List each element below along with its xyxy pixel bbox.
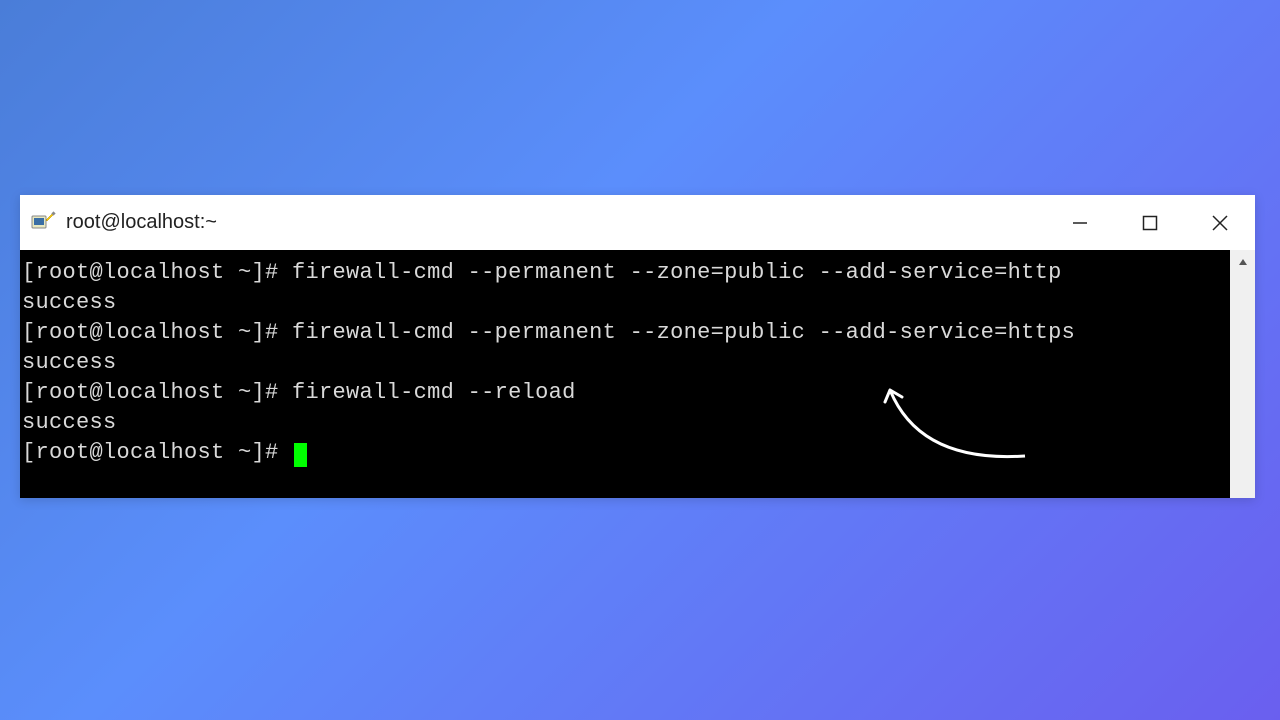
putty-icon [30,210,56,236]
terminal-line: success [20,288,1230,318]
terminal-line: success [20,408,1230,438]
window-title: root@localhost:~ [66,211,217,234]
scroll-up-arrow-icon[interactable] [1230,250,1255,274]
terminal-line: success [20,348,1230,378]
vertical-scrollbar[interactable] [1230,250,1255,498]
cursor-block [294,443,307,467]
minimize-button[interactable] [1045,195,1115,250]
terminal-line: [root@localhost ~]# firewall-cmd --perma… [20,318,1230,348]
terminal-prompt-line: [root@localhost ~]# [20,438,1230,468]
window-titlebar[interactable]: root@localhost:~ [20,195,1255,250]
terminal-output[interactable]: [root@localhost ~]# firewall-cmd --perma… [20,250,1230,498]
terminal-line: [root@localhost ~]# firewall-cmd --reloa… [20,378,1230,408]
maximize-button[interactable] [1115,195,1185,250]
close-button[interactable] [1185,195,1255,250]
terminal-window: root@localhost:~ [root@localhost ~]# fir… [20,195,1255,498]
terminal-line: [root@localhost ~]# firewall-cmd --perma… [20,258,1230,288]
terminal-area: [root@localhost ~]# firewall-cmd --perma… [20,250,1255,498]
window-controls [1045,195,1255,250]
